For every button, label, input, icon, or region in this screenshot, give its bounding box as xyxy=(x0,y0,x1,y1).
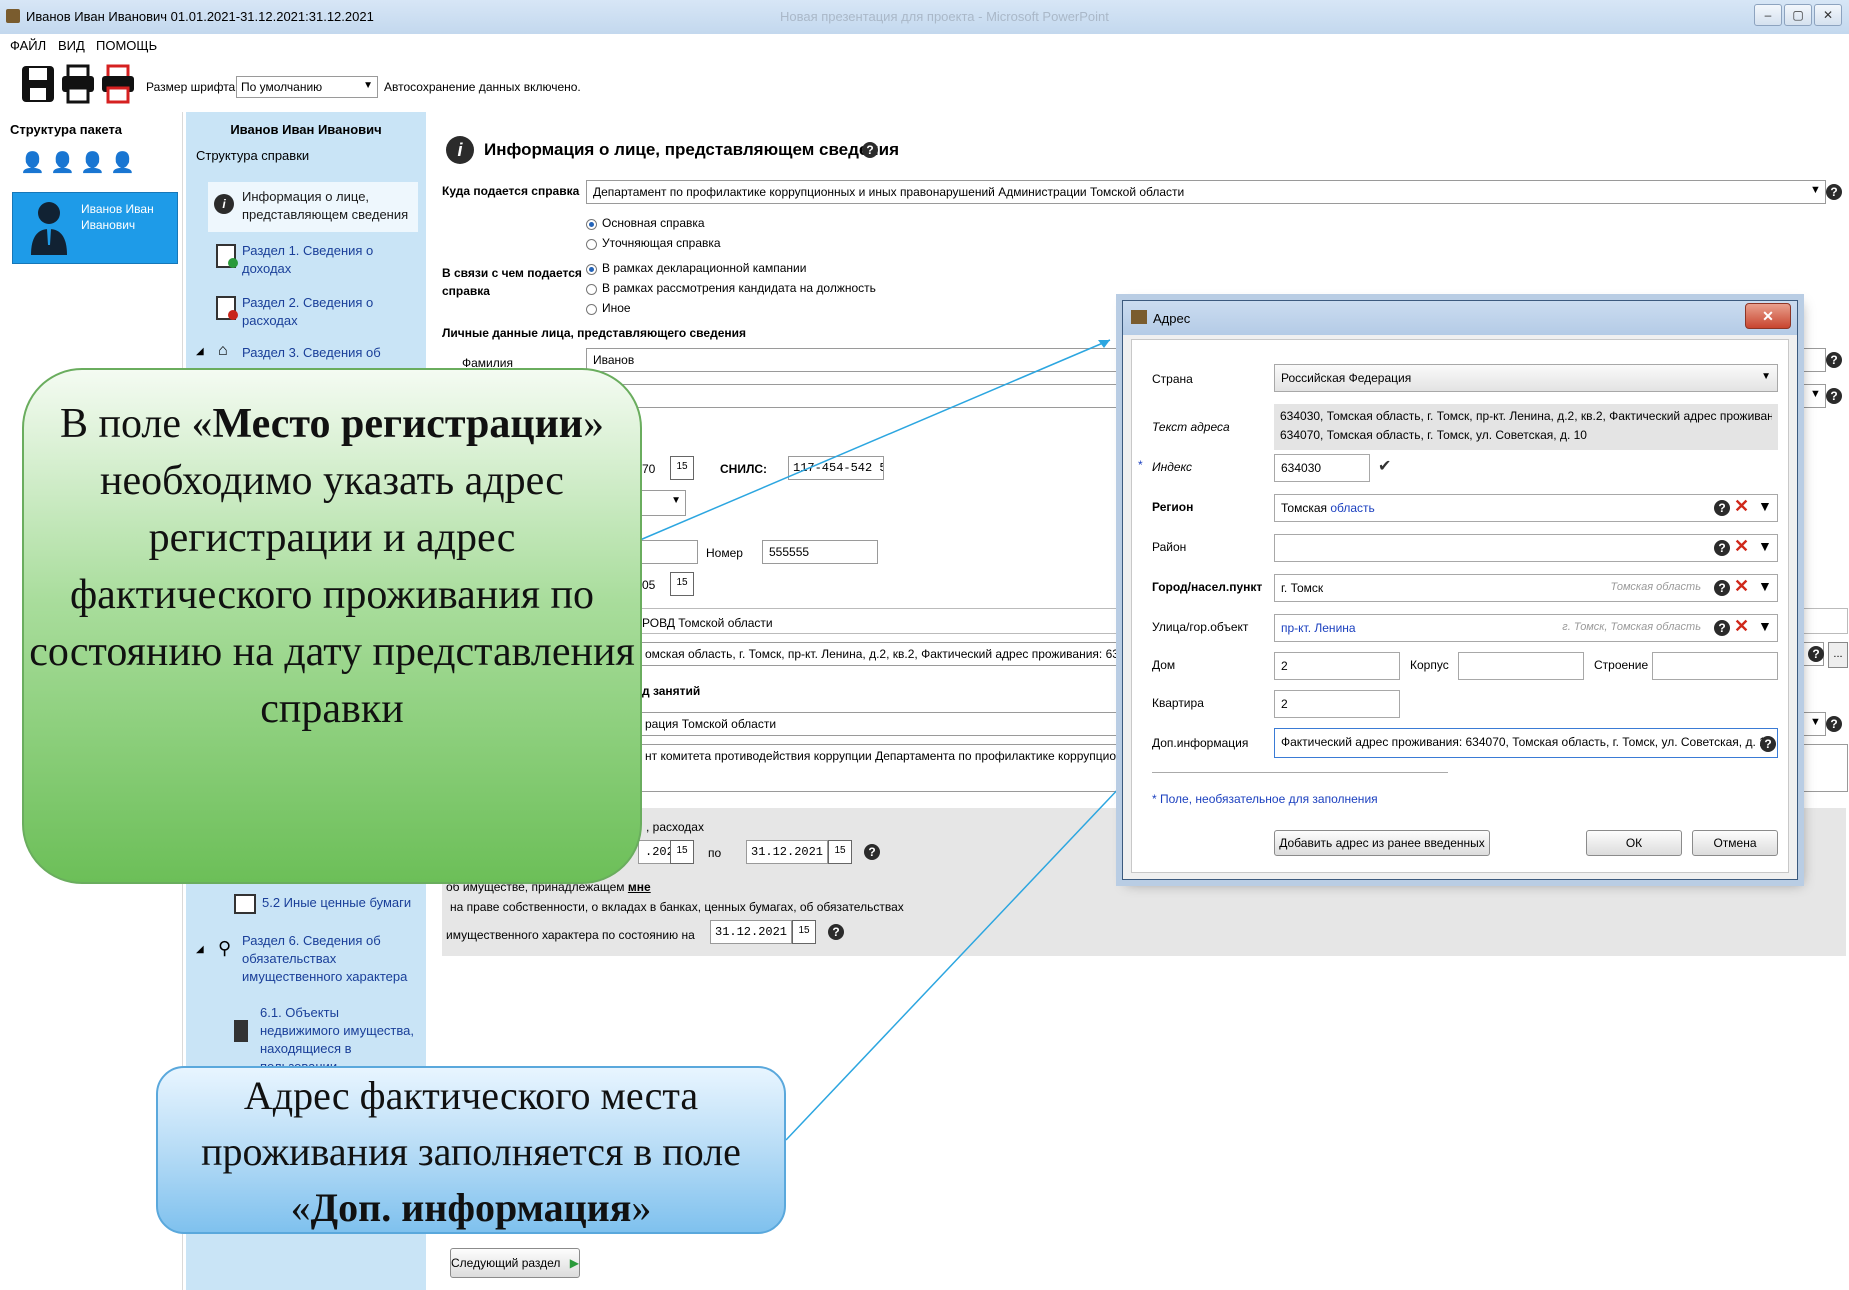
dialog-body: Страна Российская Федерация ▼ Текст адре… xyxy=(1131,339,1789,873)
help-icon[interactable]: ? xyxy=(1760,736,1776,752)
connector-line-top xyxy=(639,339,1111,541)
help-icon[interactable]: ? xyxy=(1714,580,1730,596)
district-label: Район xyxy=(1152,540,1187,554)
optional-note-text: Поле, необязательное для заполнения xyxy=(1160,792,1378,806)
country-select[interactable]: Российская Федерация ▼ xyxy=(1274,364,1778,392)
house-input[interactable]: 2 xyxy=(1274,652,1400,680)
region-value-type: область xyxy=(1330,501,1375,515)
country-value: Российская Федерация xyxy=(1281,371,1412,385)
extra-info-label: Доп.информация xyxy=(1152,736,1249,750)
street-label: Улица/гор.объект xyxy=(1152,620,1249,634)
city-hint: Томская область xyxy=(1610,581,1701,593)
required-asterisk: * xyxy=(1138,458,1143,472)
flat-input[interactable]: 2 xyxy=(1274,690,1400,718)
house-label: Дом xyxy=(1152,658,1176,672)
delete-icon[interactable]: ✕ xyxy=(1734,536,1749,557)
index-label: Индекс xyxy=(1152,460,1193,474)
address-text-display: 634030, Томская область, г. Томск, пр-кт… xyxy=(1274,404,1778,450)
help-icon[interactable]: ? xyxy=(1714,500,1730,516)
district-input[interactable] xyxy=(1274,534,1778,562)
dropdown-arrow-icon[interactable]: ▼ xyxy=(1758,538,1772,554)
connector-line-bottom xyxy=(785,765,1141,1141)
divider xyxy=(1152,772,1448,773)
help-icon[interactable]: ? xyxy=(1714,620,1730,636)
callout1-post: » необходимо указать адрес регистрации и… xyxy=(29,401,635,732)
dialog-app-icon xyxy=(1131,310,1147,324)
region-value: Томская xyxy=(1281,501,1328,515)
callout-extra-info: Адрес фактического места проживания запо… xyxy=(156,1066,786,1234)
flat-label: Квартира xyxy=(1152,696,1204,710)
extra-info-input[interactable]: Фактический адрес проживания: 634070, То… xyxy=(1274,728,1778,758)
dialog-title-bar: Адрес ✕ xyxy=(1123,301,1797,335)
region-label: Регион xyxy=(1152,500,1194,514)
city-input[interactable]: г. Томск Томская область xyxy=(1274,574,1778,602)
address-text-line1: 634030, Томская область, г. Томск, пр-кт… xyxy=(1280,409,1772,423)
delete-icon[interactable]: ✕ xyxy=(1734,616,1749,637)
dropdown-arrow-icon: ▼ xyxy=(1761,371,1771,382)
street-hint: г. Томск, Томская область xyxy=(1562,621,1701,633)
address-text-line2: 634070, Томская область, г. Томск, ул. С… xyxy=(1280,428,1587,442)
optional-note: * Поле, необязательное для заполнения xyxy=(1152,792,1378,806)
cancel-button[interactable]: Отмена xyxy=(1692,830,1778,856)
callout2-bold: Доп. информация xyxy=(310,1185,632,1230)
callout1-bold: Место регистрации xyxy=(212,401,584,447)
dropdown-arrow-icon[interactable]: ▼ xyxy=(1758,498,1772,514)
checkmark-icon: ✔ xyxy=(1378,458,1392,475)
index-value: 634030 xyxy=(1281,461,1322,475)
structure-label: Строение xyxy=(1594,658,1649,672)
delete-icon[interactable]: ✕ xyxy=(1734,576,1749,597)
optional-asterisk: * xyxy=(1152,792,1157,806)
callout-registration: В поле «Место регистрации» необходимо ук… xyxy=(22,368,642,884)
dialog-close-button[interactable]: ✕ xyxy=(1745,303,1791,329)
callout1-pre: В поле « xyxy=(59,401,213,447)
help-icon[interactable]: ? xyxy=(1714,540,1730,556)
country-label: Страна xyxy=(1152,372,1193,386)
flat-value: 2 xyxy=(1281,697,1288,711)
extra-info-value: Фактический адрес проживания: 634070, То… xyxy=(1281,735,1773,749)
structure-input[interactable] xyxy=(1652,652,1778,680)
city-label: Город/насел.пункт xyxy=(1152,580,1263,594)
region-input[interactable]: Томская область xyxy=(1274,494,1778,522)
street-input[interactable]: пр-кт. Ленина г. Томск, Томская область xyxy=(1274,614,1778,642)
callout2-post: » xyxy=(631,1185,652,1230)
address-text-label: Текст адреса xyxy=(1152,420,1230,434)
dialog-title: Адрес xyxy=(1153,311,1191,326)
building-input[interactable] xyxy=(1458,652,1584,680)
index-input[interactable]: 634030 xyxy=(1274,454,1370,482)
city-value: г. Томск xyxy=(1281,581,1324,595)
building-label: Корпус xyxy=(1410,658,1449,672)
delete-icon[interactable]: ✕ xyxy=(1734,496,1749,517)
dropdown-arrow-icon[interactable]: ▼ xyxy=(1758,618,1772,634)
ok-button[interactable]: ОК xyxy=(1586,830,1682,856)
house-value: 2 xyxy=(1281,659,1288,673)
add-previous-address-button[interactable]: Добавить адрес из ранее введенных xyxy=(1274,830,1490,856)
street-value: пр-кт. Ленина xyxy=(1281,621,1356,635)
dropdown-arrow-icon[interactable]: ▼ xyxy=(1758,578,1772,594)
address-dialog: Адрес ✕ Страна Российская Федерация ▼ Те… xyxy=(1122,300,1798,880)
